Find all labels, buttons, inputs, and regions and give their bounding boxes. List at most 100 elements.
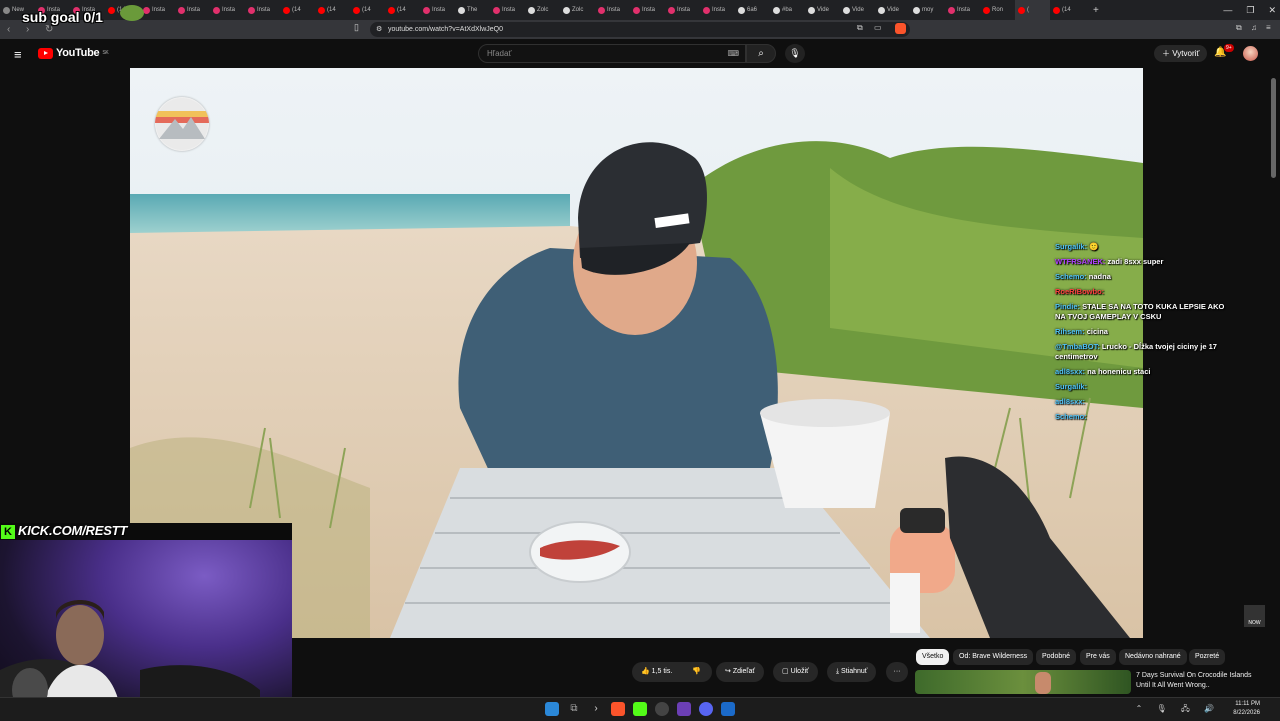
tab-label: The [467, 7, 478, 13]
browser-tab[interactable]: Vide [840, 0, 875, 20]
search-input[interactable]: Hľadať ⌨ [478, 44, 746, 63]
browser-tab[interactable]: ( [1015, 0, 1050, 20]
like-button[interactable]: 👍 1,5 tis. [641, 668, 672, 675]
browser-tab[interactable]: Vide [875, 0, 910, 20]
browser-tab[interactable]: Insta [140, 0, 175, 20]
like-count: 1,5 tis. [651, 668, 673, 675]
download-button[interactable]: ⤓ Stiahnuť [827, 662, 877, 682]
back-icon[interactable]: ‹ [7, 24, 19, 35]
kick-app-icon[interactable] [633, 702, 647, 716]
browser-tab[interactable]: Insta [490, 0, 525, 20]
brave-shield-icon[interactable] [895, 23, 906, 34]
notification-badge: 9+ [1224, 44, 1234, 52]
filter-chip[interactable]: Podobné [1036, 649, 1077, 665]
related-video-thumbnail[interactable] [915, 670, 1131, 694]
browser-tab[interactable]: (14 [1050, 0, 1085, 20]
hamburger-menu-icon[interactable]: ≡ [14, 47, 22, 62]
clock-time: 11:11 PM [1235, 701, 1260, 707]
menu-icon[interactable]: ≡ [1266, 23, 1271, 32]
tab-label: Insta [187, 7, 201, 13]
youtube-logo[interactable]: YouTube SK [38, 47, 109, 59]
browser-tab[interactable]: #ba [770, 0, 805, 20]
discord-icon[interactable] [699, 702, 713, 716]
chat-message: Schemo: nadna [1055, 272, 1230, 282]
tab-label: moy [922, 7, 934, 13]
browser-tab[interactable]: Vide [805, 0, 840, 20]
chat-message: adl8sxx: na honenicu staci [1055, 367, 1230, 377]
translate-icon[interactable]: ⧉ [857, 23, 863, 33]
browser-tab[interactable]: 6a6 [735, 0, 770, 20]
maximize-button[interactable]: ❐ [1246, 0, 1254, 20]
chat-text: STALE SA NA TOTO KUKA LEPSIE AKO NA TVOJ… [1055, 302, 1225, 321]
browser-tab[interactable]: (14 [350, 0, 385, 20]
system-clock[interactable]: 11:11 PM 8/22/2026 [1233, 700, 1260, 718]
minimize-button[interactable]: — [1223, 0, 1232, 20]
browser-tab[interactable]: Insta [420, 0, 455, 20]
task-view-icon[interactable]: ⧉ [567, 702, 581, 716]
browser-tab[interactable]: Insta [665, 0, 700, 20]
browser-tab[interactable]: Insta [595, 0, 630, 20]
tab-label: Vide [817, 7, 829, 13]
browser-tab[interactable]: Insta [175, 0, 210, 20]
keyboard-icon[interactable]: ⌨ [727, 45, 739, 62]
browser-tab[interactable]: (14 [280, 0, 315, 20]
filter-chip[interactable]: Všetko [916, 649, 950, 665]
share-button[interactable]: ↪ Zdieľať [716, 662, 764, 682]
tab-label: (14 [327, 7, 336, 13]
url-field[interactable]: ⚙ youtube.com/watch?v=AtXdXlwJeQ0 [370, 22, 910, 37]
browser-tab[interactable]: Insta [700, 0, 735, 20]
browser-tab[interactable]: Insta [630, 0, 665, 20]
tab-favicon-icon [878, 6, 885, 14]
browser-tab[interactable]: (14 [385, 0, 420, 20]
obs-icon[interactable] [655, 702, 669, 716]
browser-tab[interactable]: The [455, 0, 490, 20]
extensions-icon[interactable]: ⧉ [1236, 23, 1242, 33]
reload-icon[interactable]: ↻ [45, 24, 57, 35]
terminal-icon[interactable]: › [589, 702, 603, 716]
page-scrollbar[interactable] [1271, 70, 1276, 690]
forward-icon[interactable]: › [26, 24, 38, 35]
system-tray[interactable]: ⌃ 🎙 🖧 🔊 [1136, 703, 1220, 717]
save-button[interactable]: ▢ Uložiť [773, 662, 818, 682]
cast-icon[interactable]: ▭ [874, 23, 882, 32]
browser-tab[interactable]: moy [910, 0, 945, 20]
filter-chip[interactable]: Od: Brave Wilderness [953, 649, 1034, 665]
pepe-emote-icon [120, 5, 144, 21]
browser-tab[interactable]: Zolc [525, 0, 560, 20]
filter-chip[interactable]: Pozreté [1189, 649, 1226, 665]
new-tab-button[interactable]: + [1093, 5, 1099, 16]
url-text: youtube.com/watch?v=AtXdXlwJeQ0 [388, 26, 503, 33]
plus-icon: ＋ [1162, 49, 1173, 58]
filter-chip[interactable]: Pre vás [1080, 649, 1116, 665]
avatar[interactable] [1243, 46, 1258, 61]
windows-start-icon[interactable] [545, 702, 559, 716]
browser-tab[interactable]: (14 [315, 0, 350, 20]
related-video-title[interactable]: 7 Days Survival On Crocodile Islands Unt… [1136, 671, 1266, 691]
dislike-button[interactable]: 👎 [692, 662, 701, 682]
browser-tab[interactable]: Zolc [560, 0, 595, 20]
more-actions-button[interactable]: ··· [886, 662, 908, 682]
streamer-webcam-image [0, 600, 260, 720]
steam-icon[interactable] [721, 702, 735, 716]
site-info-icon[interactable]: ⚙ [376, 22, 382, 37]
browser-tab[interactable]: Insta [210, 0, 245, 20]
close-window-button[interactable]: ✕ [1268, 0, 1276, 20]
tab-favicon-icon [143, 6, 150, 14]
chat-message: Schemo: [1055, 412, 1230, 422]
create-button[interactable]: ＋ Vytvoriť [1154, 45, 1208, 62]
bookmark-icon[interactable]: ▯ [354, 22, 359, 33]
search-button[interactable]: ⌕ [746, 44, 776, 63]
chat-text: zadi 8sxx super [1107, 257, 1164, 266]
chat-text: 🙂 [1089, 242, 1099, 251]
tab-favicon-icon [808, 6, 815, 14]
browser-tab[interactable]: Insta [945, 0, 980, 20]
filter-chip[interactable]: Nedávno nahrané [1119, 649, 1187, 665]
voice-search-button[interactable]: 🎙 [785, 44, 805, 63]
media-icon[interactable]: ♫ [1251, 23, 1257, 32]
browser-tab[interactable]: Insta [245, 0, 280, 20]
browser-tab[interactable]: Ron [980, 0, 1015, 20]
tab-label: 6a6 [747, 7, 758, 13]
brave-browser-icon[interactable] [611, 702, 625, 716]
scrollbar-thumb[interactable] [1271, 78, 1276, 178]
twitch-icon[interactable] [677, 702, 691, 716]
